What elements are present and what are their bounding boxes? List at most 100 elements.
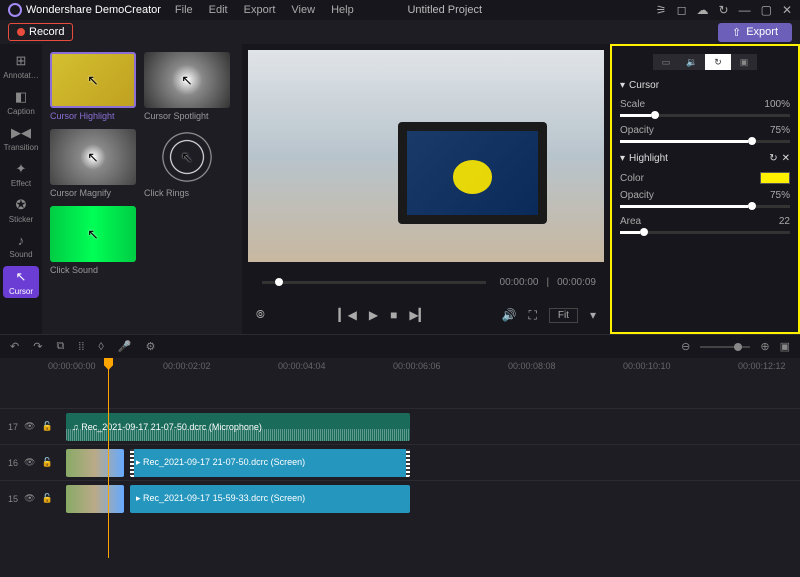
sidebar-item-cursor[interactable]: ↖Cursor (3, 266, 39, 298)
next-button[interactable]: ▶▎ (409, 308, 427, 322)
clip-audio[interactable]: ♫ Rec_2021-09-17 21-07-50.dcrc (Micropho… (66, 413, 410, 441)
prop-tab-video[interactable]: ▭ (653, 54, 679, 70)
maximize-icon[interactable]: ▢ (761, 3, 772, 17)
effect-click-sound[interactable]: ↖Click Sound (50, 206, 136, 275)
stop-button[interactable]: ■ (390, 308, 397, 322)
menu-help[interactable]: Help (331, 4, 354, 16)
menu-edit[interactable]: Edit (209, 4, 228, 16)
track-num: 16 (8, 458, 18, 468)
export-button[interactable]: ⇧ Export (718, 23, 792, 42)
effect-thumb: ↖ (50, 206, 136, 262)
track-17[interactable]: 17 👁 🔓 ♫ Rec_2021-09-17 21-07-50.dcrc (Micr… (0, 408, 800, 444)
fit-timeline-icon[interactable]: ▣ (780, 340, 790, 353)
eye-icon[interactable]: 👁 (24, 421, 35, 432)
preview-screen[interactable] (248, 50, 604, 262)
cursor-opacity-value: 75% (770, 125, 790, 136)
timeline-ruler[interactable]: 00:00:00:0000:00:02:0200:00:04:0400:00:0… (0, 358, 800, 378)
cursor-header[interactable]: ▾ Cursor (620, 80, 790, 91)
fullscreen-icon[interactable]: ⛶ (528, 308, 536, 323)
eye-icon[interactable]: 👁 (24, 457, 35, 468)
cursor-arrow-icon: ↖ (87, 72, 99, 89)
effect-thumb: ↖ (144, 129, 230, 185)
lock-icon[interactable]: 🔓 (41, 457, 52, 468)
menu-bar: File Edit Export View Help (175, 4, 354, 16)
sidebar-item-effect[interactable]: ✦ Effect (3, 158, 39, 190)
clip-video[interactable]: ▸ Rec_2021-09-17 15-59-33.dcrc (Screen) (130, 485, 410, 513)
track-15[interactable]: 15👁🔓▸ Rec_2021-09-17 15-59-33.dcrc (Scre… (0, 480, 800, 516)
effect-click-rings[interactable]: ↖Click Rings (144, 129, 230, 198)
close-icon[interactable]: ✕ (782, 3, 792, 17)
cart-icon[interactable]: ⚞ (656, 3, 667, 17)
preview-controls: 00:00:00 | 00:00:09 (248, 262, 604, 302)
properties-panel: ▭ 🔉 ↻ ▣ ▾ Cursor Scale100% Opacity75% ▾ … (610, 44, 800, 334)
timeline: 00:00:00:0000:00:02:0200:00:04:0400:00:0… (0, 358, 800, 577)
user-icon[interactable]: ◻ (677, 3, 687, 17)
undo-icon[interactable]: ↶ (10, 340, 19, 353)
zoom-slider[interactable] (700, 346, 750, 348)
refresh-icon[interactable]: ↻ (719, 3, 729, 17)
clip-thumb[interactable] (66, 485, 124, 513)
seek-handle[interactable] (275, 278, 283, 286)
minimize-icon[interactable]: — (739, 3, 751, 17)
gear-icon[interactable]: ⚙ (146, 340, 156, 353)
crop-icon[interactable]: ⧉ (56, 340, 64, 353)
seek-bar[interactable] (262, 281, 486, 284)
hl-opacity-slider[interactable] (620, 205, 790, 208)
area-slider[interactable] (620, 231, 790, 234)
eye-icon[interactable]: 👁 (24, 493, 35, 504)
zoom-in-icon[interactable]: ⊕ (760, 340, 769, 353)
clip-thumb[interactable] (66, 449, 124, 477)
menu-view[interactable]: View (291, 4, 315, 16)
marker-icon[interactable]: ◊ (98, 341, 103, 353)
side-icon: ✪ (16, 197, 27, 213)
track-num: 17 (8, 422, 18, 432)
side-label: Sticker (9, 215, 33, 224)
app-name: Wondershare DemoCreator (26, 4, 161, 16)
playhead[interactable] (108, 358, 109, 558)
zoom-out-icon[interactable]: ⊖ (681, 340, 690, 353)
scale-slider[interactable] (620, 114, 790, 117)
menu-export[interactable]: Export (244, 4, 276, 16)
lock-icon[interactable]: 🔓 (41, 493, 52, 504)
time-current: 00:00:00 (500, 277, 539, 288)
fit-dropdown[interactable]: Fit (549, 308, 578, 323)
prop-tab-audio[interactable]: 🔉 (679, 54, 705, 70)
clip-video[interactable]: ▸ Rec_2021-09-17 21-07-50.dcrc (Screen) (130, 449, 410, 477)
sidebar-item-annotat…[interactable]: ⊞Annotat… (3, 50, 39, 82)
volume-icon[interactable]: 🔊 (501, 308, 516, 322)
redo-icon[interactable]: ↷ (33, 340, 42, 353)
cursor-opacity-slider[interactable] (620, 140, 790, 143)
sidebar-item-sticker[interactable]: ✪ Sticker (3, 194, 39, 226)
side-icon: ▶◀ (11, 125, 31, 141)
highlight-section: ▾ Highlight ↻ ✕ Color Opacity75% Area22 (620, 153, 790, 234)
side-label: Effect (11, 179, 31, 188)
effect-cursor-highlight[interactable]: ↖Cursor Highlight (50, 52, 136, 121)
prop-tab-cursor[interactable]: ↻ (705, 54, 731, 70)
highlight-header[interactable]: ▾ Highlight ↻ ✕ (620, 153, 790, 164)
sidebar: ⊞Annotat… ◧Caption ▶◀Transition ✦ Effect ✪ Sti… (0, 44, 42, 334)
prev-button[interactable]: ▎◀ (338, 308, 356, 322)
fit-chevron-icon[interactable]: ▾ (590, 308, 596, 322)
side-icon: ✦ (16, 161, 27, 177)
sidebar-item-caption[interactable]: ◧Caption (3, 86, 39, 118)
sidebar-item-transition[interactable]: ▶◀Transition (3, 122, 39, 154)
record-button[interactable]: Record (8, 23, 73, 41)
mic-icon[interactable]: 🎤 (118, 340, 132, 353)
sidebar-item-sound[interactable]: ♪Sound (3, 230, 39, 262)
reset-icon[interactable]: ↻ (769, 153, 777, 164)
track-16[interactable]: 16 👁 🔓 ▸ Rec_2021-09-17 21-07-50.dcrc (Scre… (0, 444, 800, 480)
menu-file[interactable]: File (175, 4, 193, 16)
split-icon[interactable]: ⁞⁞ (78, 341, 84, 353)
remove-icon[interactable]: ✕ (782, 153, 790, 164)
effects-panel: ↖Cursor Highlight↖Cursor Spotlight↖Curso… (42, 44, 242, 334)
play-button[interactable]: ▶ (369, 308, 378, 322)
effect-cursor-magnify[interactable]: ↖Cursor Magnify (50, 129, 136, 198)
lock-icon[interactable]: 🔓 (41, 421, 52, 432)
ruler-tick: 00:00:02:02 (163, 361, 211, 371)
cloud-icon[interactable]: ☁ (697, 3, 709, 17)
scale-label: Scale (620, 99, 645, 110)
effect-cursor-spotlight[interactable]: ↖Cursor Spotlight (144, 52, 230, 121)
color-swatch[interactable] (760, 172, 790, 184)
prop-tab-other[interactable]: ▣ (731, 54, 757, 70)
snapshot-icon[interactable]: ⦾ (256, 309, 265, 322)
